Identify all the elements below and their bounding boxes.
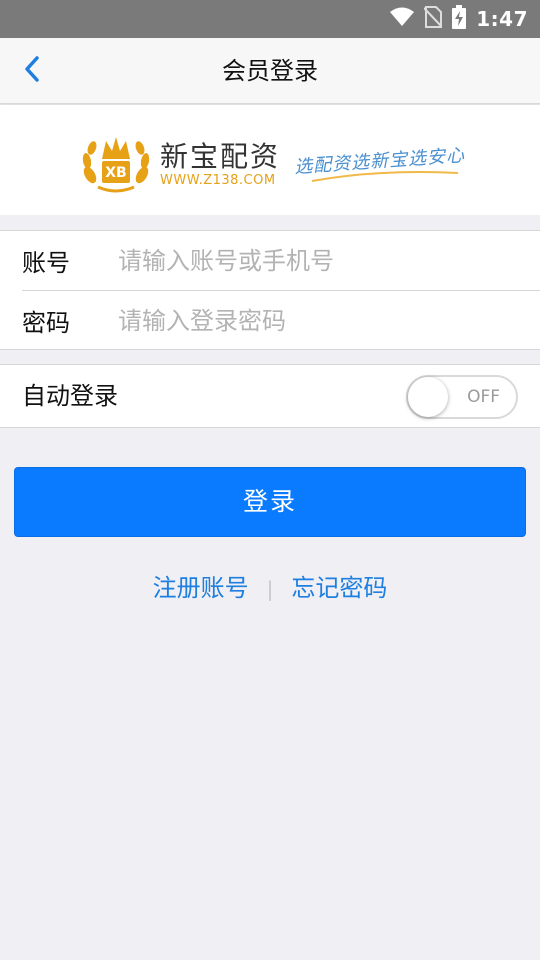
brand-banner: XB 新宝配资 WWW.Z138.COM 选配资选新宝选安心: [0, 105, 540, 215]
forgot-password-link[interactable]: 忘记密码: [291, 574, 387, 602]
crown-laurel-icon: XB: [80, 131, 152, 199]
auto-login-label: 自动登录: [22, 382, 118, 410]
login-form: 账号 密码: [0, 230, 540, 350]
toggle-knob: [408, 377, 448, 417]
logo-url: WWW.Z138.COM: [160, 173, 276, 188]
status-bar: 1:47: [0, 0, 540, 38]
account-row: 账号: [0, 231, 540, 290]
nav-bar: 会员登录: [0, 38, 540, 104]
password-input[interactable]: [118, 306, 518, 335]
register-link[interactable]: 注册账号: [153, 574, 249, 602]
logo-badge-text: XB: [105, 165, 126, 181]
account-links: 注册账号 | 忘记密码: [0, 568, 540, 608]
wifi-icon: [390, 7, 415, 31]
account-label: 账号: [22, 249, 70, 277]
password-label: 密码: [22, 309, 70, 337]
battery-charging-icon: [452, 5, 467, 33]
account-input[interactable]: [118, 246, 518, 275]
link-separator: |: [266, 577, 274, 601]
page-title: 会员登录: [222, 57, 318, 85]
auto-login-toggle[interactable]: OFF: [406, 375, 518, 419]
logo: XB 新宝配资 WWW.Z138.COM: [80, 133, 280, 197]
logo-name: 新宝配资: [160, 140, 281, 173]
toggle-state-text: OFF: [467, 387, 500, 407]
password-row: 密码: [0, 291, 540, 350]
slogan-swoosh: [311, 171, 459, 182]
no-sim-icon: [423, 6, 443, 32]
status-time: 1:47: [476, 7, 528, 31]
login-button[interactable]: 登录: [14, 467, 526, 537]
auto-login-row: 自动登录 OFF: [0, 364, 540, 428]
